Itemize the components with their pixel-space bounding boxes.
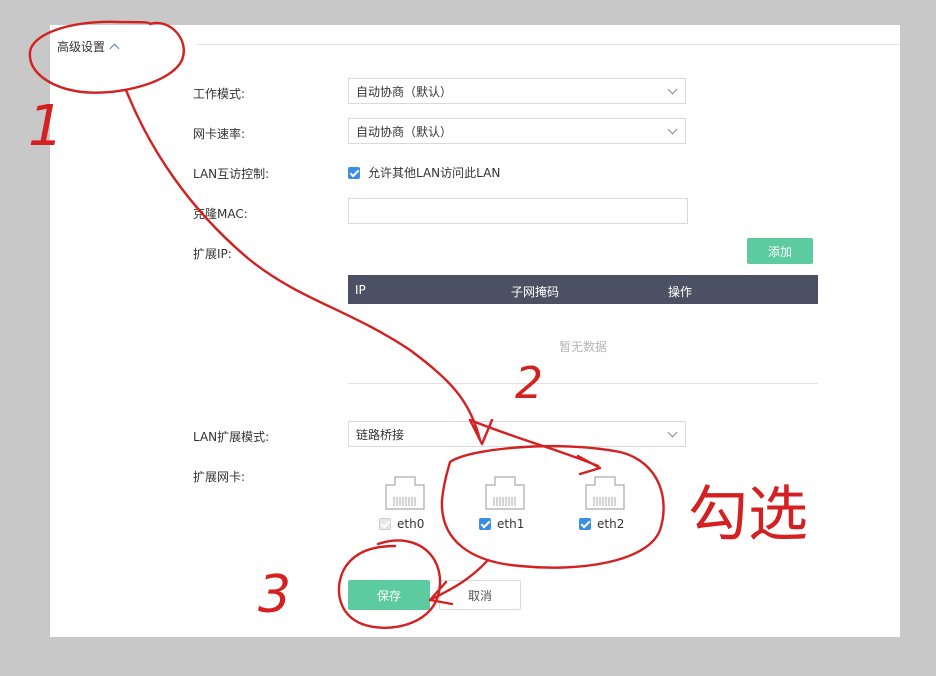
table-divider xyxy=(348,383,818,384)
ethernet-port-icon xyxy=(585,476,625,510)
lan-ext-mode-label: LAN扩展模式: xyxy=(193,430,270,444)
chevron-down-icon xyxy=(667,84,678,95)
table-empty-text: 暂无数据 xyxy=(558,340,607,354)
add-ip-button[interactable]: 添加 xyxy=(747,238,813,264)
lan-access-checkbox[interactable] xyxy=(348,166,360,179)
lan-access-checkbox-label: 允许其他LAN访问此LAN xyxy=(368,166,501,180)
work-mode-select[interactable]: 自动协商（默认） xyxy=(348,78,686,104)
nic-eth0: eth0 xyxy=(375,475,435,531)
column-ip: IP xyxy=(355,283,366,297)
ext-nic-label: 扩展网卡: xyxy=(193,470,246,484)
nic-eth1: eth1 xyxy=(475,475,535,531)
ext-ip-label: 扩展IP: xyxy=(193,247,232,261)
eth1-label: eth1 xyxy=(497,517,525,531)
ip-table-header: IP 子网掩码 操作 xyxy=(348,275,818,304)
settings-panel: 高级设置 工作模式: 自动协商（默认） 网卡速率: 自动协商（默认） LAN互访… xyxy=(50,25,900,637)
eth0-label: eth0 xyxy=(397,517,425,531)
eth2-checkbox[interactable] xyxy=(579,518,591,530)
chevron-up-icon xyxy=(109,43,120,54)
chevron-down-icon xyxy=(667,124,678,135)
lan-ext-mode-value: 链路桥接 xyxy=(356,427,405,442)
column-subnet-mask: 子网掩码 xyxy=(511,285,560,299)
nic-speed-value: 自动协商（默认） xyxy=(356,124,453,139)
work-mode-label: 工作模式: xyxy=(193,87,246,101)
lan-access-control[interactable]: 允许其他LAN访问此LAN xyxy=(348,164,500,181)
eth0-checkbox xyxy=(379,518,391,530)
advanced-settings-toggle[interactable]: 高级设置 xyxy=(57,38,120,55)
clone-mac-label: 克隆MAC: xyxy=(193,207,248,221)
eth2-label: eth2 xyxy=(597,517,625,531)
lan-ext-mode-select[interactable]: 链路桥接 xyxy=(348,421,686,447)
section-divider xyxy=(197,44,900,45)
ethernet-port-icon xyxy=(385,476,425,510)
lan-access-label: LAN互访控制: xyxy=(193,167,270,181)
eth1-checkbox[interactable] xyxy=(479,518,491,530)
column-actions: 操作 xyxy=(668,285,693,299)
work-mode-value: 自动协商（默认） xyxy=(356,84,453,99)
chevron-down-icon xyxy=(667,427,678,438)
nic-eth2: eth2 xyxy=(575,475,635,531)
nic-speed-label: 网卡速率: xyxy=(193,127,246,141)
save-button[interactable]: 保存 xyxy=(348,580,430,610)
ethernet-port-icon xyxy=(485,476,525,510)
cancel-button[interactable]: 取消 xyxy=(439,580,521,610)
section-title: 高级设置 xyxy=(57,40,106,54)
clone-mac-input[interactable] xyxy=(348,198,688,224)
nic-speed-select[interactable]: 自动协商（默认） xyxy=(348,118,686,144)
